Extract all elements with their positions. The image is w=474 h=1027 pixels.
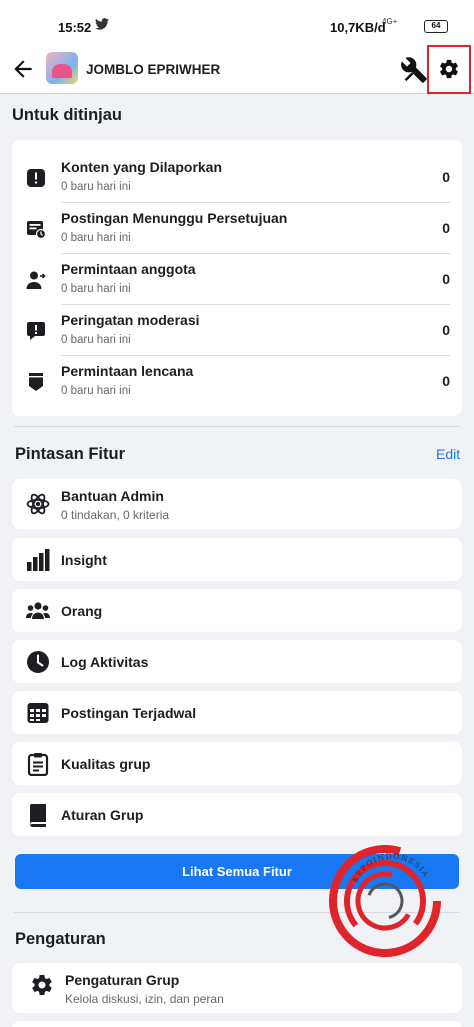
feature-group-quality[interactable]: Kualitas grup [12,742,462,785]
gear-icon [32,975,52,995]
features-section-title: Pintasan Fitur [15,445,126,463]
review-section-title: Untuk ditinjau [12,106,122,124]
people-icon [26,602,50,619]
review-item-member-requests[interactable]: Permintaan anggota 0 baru hari ini 0 [12,254,462,305]
settings-section-title: Pengaturan [15,930,106,948]
group-avatar[interactable] [46,52,78,84]
app-bar: JOMBLO EPRIWHER [0,45,474,94]
review-item-sub: 0 baru hari ini [61,283,131,295]
feature-label: Postingan Terjadwal [61,705,197,721]
edit-features-link[interactable]: Edit [436,446,460,462]
settings-item-sub: Kelola diskusi, izin, dan peran [65,992,224,1006]
back-arrow-icon[interactable] [10,56,36,82]
watermark-logo: KEPOINDONESIA [329,845,441,957]
battery-indicator: 64 [424,20,448,33]
status-bar: 15:52 10,7KB/d 4G+ 64 [0,0,474,46]
feature-group-rules[interactable]: Aturan Grup [12,793,462,836]
badge-icon [29,373,43,391]
atom-icon [26,493,50,515]
review-item-sub: 0 baru hari ini [61,385,131,397]
group-name[interactable]: JOMBLO EPRIWHER [86,62,220,77]
settings-highlight-box[interactable] [427,45,471,94]
alert-icon [27,169,45,187]
twitter-icon [95,18,109,30]
clipboard-icon [27,753,49,776]
clock-icon [27,651,49,673]
review-item-label: Postingan Menunggu Persetujuan [61,210,288,226]
feature-label: Log Aktivitas [61,654,149,670]
settings-item-group-settings[interactable]: Pengaturan Grup Kelola diskusi, izin, da… [12,963,462,1013]
review-item-count: 0 [442,271,450,287]
review-card: Konten yang Dilaporkan 0 baru hari ini 0… [12,140,462,416]
settings-item-label: Pengaturan Grup [65,972,180,988]
review-item-sub: 0 baru hari ini [61,334,131,346]
member-request-icon [26,271,46,289]
pending-post-icon [27,221,46,239]
review-item-count: 0 [442,373,450,389]
review-item-count: 0 [442,220,450,236]
feature-label: Bantuan Admin [61,488,164,504]
review-item-sub: 0 baru hari ini [61,232,131,244]
feature-label: Kualitas grup [61,756,151,772]
settings-item-partial[interactable] [12,1021,462,1027]
bar-chart-icon [27,549,50,571]
review-item-moderation-alerts[interactable]: Peringatan moderasi 0 baru hari ini 0 [12,305,462,356]
review-item-sub: 0 baru hari ini [61,181,131,193]
moderation-alert-icon [27,322,45,340]
gear-icon[interactable] [438,58,460,80]
section-divider [14,426,460,427]
review-item-count: 0 [442,169,450,185]
feature-label: Aturan Grup [61,807,144,823]
feature-admin-assist[interactable]: Bantuan Admin 0 tindakan, 0 kriteria [12,479,462,529]
tools-icon[interactable] [400,56,428,84]
status-time: 15:52 [58,20,92,35]
feature-activity-log[interactable]: Log Aktivitas [12,640,462,683]
network-type: 4G+ [382,17,398,26]
feature-people[interactable]: Orang [12,589,462,632]
review-item-badge-requests[interactable]: Permintaan lencana 0 baru hari ini 0 [12,356,462,407]
feature-scheduled-posts[interactable]: Postingan Terjadwal [12,691,462,734]
feature-sub: 0 tindakan, 0 kriteria [61,508,170,522]
feature-label: Orang [61,603,103,619]
review-item-reported-content[interactable]: Konten yang Dilaporkan 0 baru hari ini 0 [12,152,462,203]
review-item-pending-posts[interactable]: Postingan Menunggu Persetujuan 0 baru ha… [12,203,462,254]
review-item-label: Konten yang Dilaporkan [61,159,223,175]
review-item-label: Permintaan anggota [61,261,196,277]
review-item-label: Permintaan lencana [61,363,194,379]
review-item-label: Peringatan moderasi [61,312,200,328]
feature-insight[interactable]: Insight [12,538,462,581]
calendar-icon [27,703,49,723]
network-speed: 10,7KB/d [330,20,386,35]
review-item-count: 0 [442,322,450,338]
rulebook-icon [29,804,46,827]
feature-label: Insight [61,552,107,568]
